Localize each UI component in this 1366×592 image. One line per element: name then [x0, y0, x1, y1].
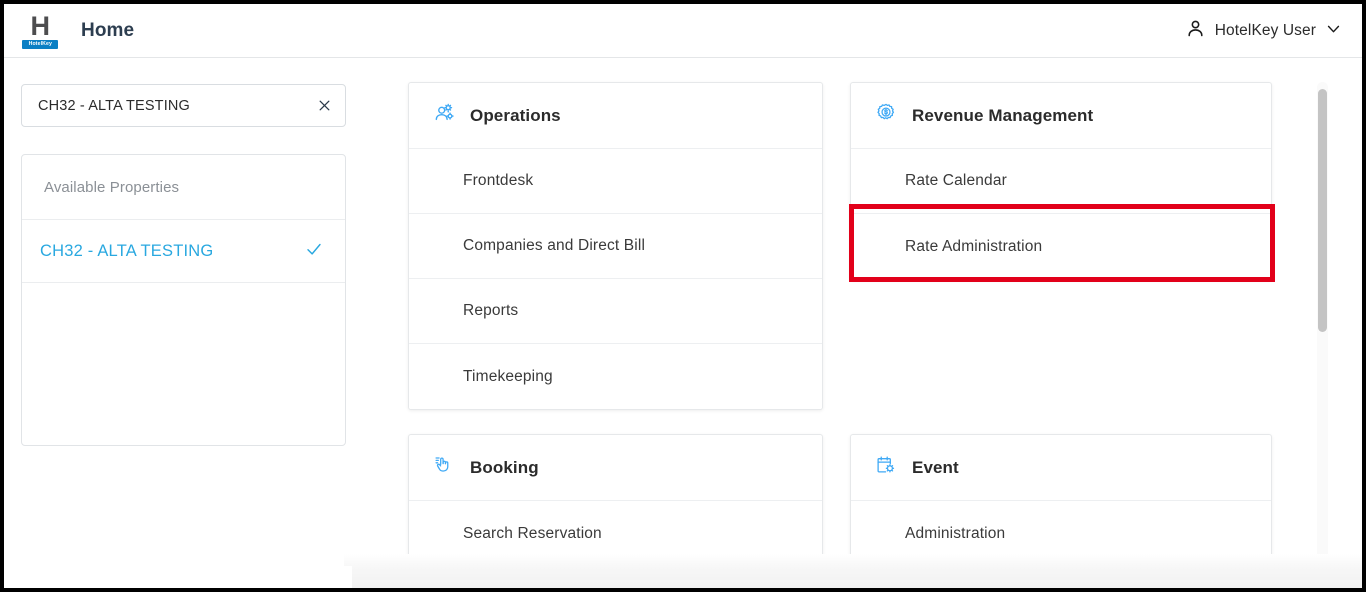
- card-operations: Operations Frontdesk Companies and Direc…: [408, 82, 823, 410]
- app-header: H HotelKey Home HotelKey User: [4, 4, 1362, 58]
- available-properties-panel: Available Properties CH32 - ALTA TESTING: [21, 154, 346, 446]
- logo-wordmark-bar: HotelKey: [22, 40, 58, 49]
- card-event-header: Event: [851, 435, 1271, 501]
- app-window: H HotelKey Home HotelKey User: [0, 0, 1366, 592]
- content-bottom-left-fill: [4, 566, 352, 588]
- logo-wordmark-text: HotelKey: [28, 41, 51, 47]
- menu-item-companies-and-direct-bill[interactable]: Companies and Direct Bill: [409, 214, 822, 279]
- gear-dollar-icon: [875, 102, 897, 129]
- logo-letter: H: [31, 13, 50, 39]
- check-icon: [305, 240, 323, 263]
- available-properties-header: Available Properties: [22, 155, 345, 220]
- card-operations-header: Operations: [409, 83, 822, 149]
- page-title: Home: [81, 20, 134, 42]
- calendar-gear-icon: [875, 454, 897, 481]
- card-operations-title: Operations: [470, 106, 561, 126]
- page-scrollbar-thumb[interactable]: [1318, 89, 1327, 332]
- menu-item-frontdesk[interactable]: Frontdesk: [409, 149, 822, 214]
- card-booking-header: Booking: [409, 435, 822, 501]
- hand-pointer-icon: [433, 454, 455, 481]
- menu-item-rate-calendar[interactable]: Rate Calendar: [851, 149, 1271, 214]
- person-icon: [1185, 18, 1206, 44]
- card-revenue-management-header: Revenue Management: [851, 83, 1271, 149]
- card-booking: Booking Search Reservation: [408, 434, 823, 567]
- menu-item-reports[interactable]: Reports: [409, 279, 822, 344]
- users-gear-icon: [433, 102, 455, 129]
- property-item-label: CH32 - ALTA TESTING: [40, 242, 305, 261]
- chevron-down-icon[interactable]: [1325, 20, 1342, 42]
- card-revenue-management-title: Revenue Management: [912, 106, 1093, 126]
- card-booking-title: Booking: [470, 458, 539, 478]
- card-event-title: Event: [912, 458, 959, 478]
- close-icon[interactable]: [313, 95, 335, 117]
- menu-item-timekeeping[interactable]: Timekeeping: [409, 344, 822, 409]
- hotelkey-logo[interactable]: H HotelKey: [21, 13, 59, 49]
- modules-grid: Operations Frontdesk Companies and Direc…: [408, 82, 1318, 562]
- content-bottom-fade: [344, 554, 1362, 588]
- card-event: Event Administration: [850, 434, 1272, 567]
- card-revenue-management: Revenue Management Rate Calendar Rate Ad…: [850, 82, 1272, 280]
- page-scrollbar[interactable]: [1317, 82, 1328, 560]
- property-search-input[interactable]: [38, 98, 313, 114]
- property-list-item[interactable]: CH32 - ALTA TESTING: [22, 220, 345, 283]
- user-name-label: HotelKey User: [1215, 22, 1316, 40]
- user-menu[interactable]: HotelKey User: [1185, 4, 1342, 58]
- menu-item-rate-administration[interactable]: Rate Administration: [851, 214, 1271, 279]
- property-search-box[interactable]: [21, 84, 346, 127]
